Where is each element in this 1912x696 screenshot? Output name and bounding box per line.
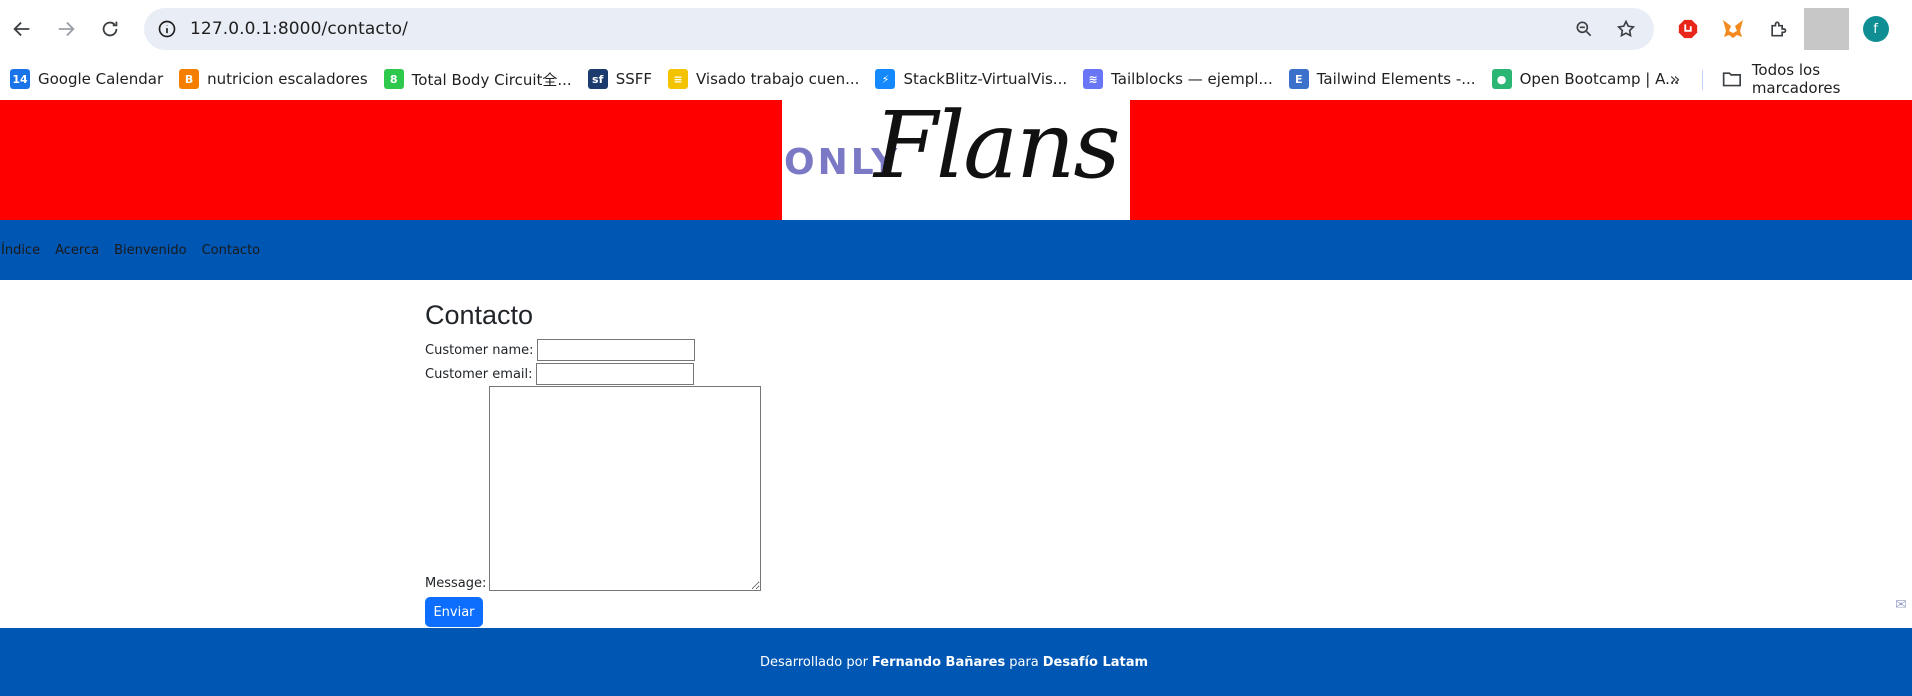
browser-toolbar: 127.0.0.1:8000/contacto/ f: [0, 0, 1912, 58]
nav-link-indice[interactable]: Índice: [0, 243, 40, 258]
extension-overlay-icon[interactable]: ✉: [1892, 596, 1910, 614]
address-bar[interactable]: 127.0.0.1:8000/contacto/: [144, 8, 1654, 50]
contact-form: Customer name: Customer email: Message: …: [425, 338, 762, 627]
nav-link-acerca[interactable]: Acerca: [54, 243, 99, 258]
nav-link-contacto[interactable]: Contacto: [201, 243, 261, 258]
bookmark-label: nutricion escaladores: [207, 70, 368, 88]
bookmark-item[interactable]: Bnutricion escaladores: [177, 63, 378, 95]
footer-middle: para: [1009, 654, 1039, 670]
message-textarea[interactable]: [489, 386, 762, 591]
bookmark-item[interactable]: ≋ Tailblocks — ejempl...: [1081, 63, 1283, 95]
bookmark-label: Google Calendar: [38, 70, 164, 88]
email-label: Customer email:: [425, 366, 533, 382]
site-info-icon[interactable]: [144, 19, 190, 39]
blogger-icon: B: [179, 69, 200, 89]
all-bookmarks-button[interactable]: Todos los marcadores: [1722, 61, 1912, 97]
web-page: ONLY Flans Índice Acerca Bienvenido Cont…: [0, 100, 1912, 696]
bookmark-item[interactable]: sf SSFF: [586, 63, 662, 95]
email-row: Customer email:: [425, 362, 761, 386]
bookmarks-list: 14 Google Calendar Bnutricion escaladores 8…: [8, 63, 1693, 95]
visa-icon: ≡: [668, 69, 688, 89]
site-header-banner: ONLY Flans: [0, 100, 1912, 220]
bookmark-label: Open Bootcamp | A...: [1519, 70, 1680, 88]
message-label: Message:: [425, 576, 487, 591]
nav-link-bienvenido[interactable]: Bienvenido: [113, 243, 187, 258]
bookmarks-separator: [1702, 70, 1703, 90]
name-label: Customer name:: [425, 342, 534, 358]
timer-icon: 8: [383, 69, 404, 89]
bookmark-label: Tailwind Elements -...: [1316, 70, 1476, 88]
bookmark-label: StackBlitz-VirtualVis...: [903, 70, 1068, 88]
customer-email-input[interactable]: [535, 363, 694, 385]
browser-menu-icon[interactable]: [1898, 8, 1912, 50]
customer-name-input[interactable]: [536, 339, 695, 361]
folder-icon: [1722, 72, 1741, 87]
tailblocks-icon: ≋: [1083, 69, 1104, 89]
toolbar-divider: [1804, 8, 1849, 50]
bookmark-item[interactable]: ≡ Visado trabajo cuen...: [666, 63, 869, 95]
back-icon[interactable]: [0, 9, 44, 49]
site-logo[interactable]: ONLY Flans: [782, 100, 1130, 220]
all-bookmarks-label: Todos los marcadores: [1751, 61, 1841, 97]
bookmark-label: Total Body Circuit全...: [411, 70, 572, 89]
site-footer: Desarrollado por Fernando Bañares para D…: [0, 628, 1912, 696]
name-row: Customer name:: [425, 338, 761, 362]
bookmarks-bar: 14 Google Calendar Bnutricion escaladores 8…: [0, 58, 1912, 100]
openbootcamp-icon: ●: [1491, 69, 1512, 89]
extensions-puzzle-icon[interactable]: [1755, 8, 1800, 50]
url-text[interactable]: 127.0.0.1:8000/contacto/: [190, 19, 408, 39]
forward-icon[interactable]: [44, 9, 88, 49]
tailwind-elements-icon: E: [1288, 69, 1309, 89]
more-bookmarks-icon[interactable]: »: [1660, 63, 1690, 95]
footer-author: Fernando Bañares: [871, 654, 1006, 670]
logo-flans-text: Flans: [874, 100, 1121, 199]
sf-icon: sf: [587, 69, 608, 89]
adblock-extension-icon[interactable]: [1665, 8, 1710, 50]
bookmark-label: Visado trabajo cuen...: [696, 70, 860, 88]
metamask-extension-icon[interactable]: [1710, 8, 1755, 50]
bookmark-item[interactable]: ⚡ StackBlitz-VirtualVis...: [873, 63, 1077, 95]
page-title: Contacto: [425, 300, 534, 330]
extensions-area: f: [1665, 8, 1912, 50]
submit-button[interactable]: Enviar: [425, 597, 483, 627]
stackblitz-icon: ⚡: [875, 69, 896, 89]
bookmark-star-icon[interactable]: [1610, 13, 1642, 45]
zoom-icon[interactable]: [1568, 13, 1600, 45]
profile-avatar[interactable]: f: [1853, 8, 1898, 50]
reload-icon[interactable]: [88, 9, 132, 49]
bookmark-label: SSFF: [615, 70, 652, 88]
footer-org: Desafío Latam: [1042, 654, 1149, 670]
bookmark-item[interactable]: E Tailwind Elements -...: [1287, 63, 1486, 95]
contact-section: Contacto Customer name: Customer email: …: [425, 300, 762, 627]
message-row: Message:: [425, 386, 762, 591]
calendar-icon: 14: [10, 69, 30, 89]
site-navbar: Índice Acerca Bienvenido Contacto: [0, 220, 1912, 280]
footer-prefix: Desarrollado por: [759, 654, 868, 670]
bookmark-item[interactable]: 14 Google Calendar: [8, 63, 173, 95]
bookmark-label: Tailblocks — ejempl...: [1111, 70, 1273, 88]
bookmark-item[interactable]: 8 Total Body Circuit全...: [382, 63, 582, 95]
